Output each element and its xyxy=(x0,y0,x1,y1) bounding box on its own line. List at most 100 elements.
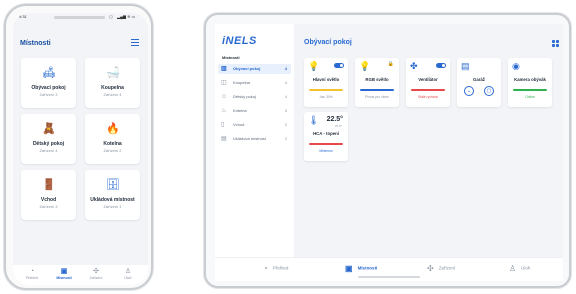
bulb-icon: 💡 xyxy=(359,61,371,71)
fan-icon: ✤ xyxy=(410,61,418,71)
nav-label: Úloh xyxy=(521,265,531,271)
sidebar-item-count: 4 xyxy=(284,66,287,71)
device-card-main-light[interactable]: 💡 Hlavní světlo Jas: 30% xyxy=(304,58,348,107)
target-temperature: 21.0° xyxy=(334,124,342,128)
sidebar-item-kids[interactable]: ☺ Dětský pokoj 4 xyxy=(218,92,291,102)
sidebar-item-living[interactable]: ▥ Obývací pokoj 4 xyxy=(218,64,291,74)
dashboard-icon: ◔ xyxy=(263,264,268,273)
status-bar xyxy=(411,89,445,91)
device-card-heating[interactable]: 🌡 22.5° 21.0° HCA - topení Minimum xyxy=(304,112,348,161)
logo: iNELS xyxy=(222,35,257,47)
grid-view-icon[interactable] xyxy=(552,40,559,47)
sidebar-item-count: 2 xyxy=(284,136,287,141)
page-title: Obývací pokoj xyxy=(304,39,352,46)
sidebar-item-count: 2 xyxy=(284,122,287,127)
storage-icon: ▤ xyxy=(221,136,227,142)
device-name: RGB světlo xyxy=(365,77,389,82)
sidebar-item-label: Ukládová místnost xyxy=(233,136,266,141)
speaker xyxy=(54,16,105,19)
stop-icon[interactable]: ▢ xyxy=(484,86,494,96)
flame-icon: 🔥 xyxy=(106,123,120,135)
device-name: Ventilátor xyxy=(418,77,438,82)
sidebar-item-storage[interactable]: ▤ Ukládová místnost 2 xyxy=(218,134,291,144)
chevron-down-icon[interactable]: ⌄ xyxy=(464,86,474,96)
page-title: Místnosti xyxy=(20,40,51,47)
device-name: Garáž xyxy=(473,77,485,82)
status-time: 9:31 xyxy=(19,14,27,19)
dashboard-icon: ◔ xyxy=(29,268,35,275)
nav-label: Úloh xyxy=(124,276,132,280)
devices-icon: ✣ xyxy=(427,264,434,273)
device-status: Stálé rychlost xyxy=(418,95,438,99)
device-card-rgb-light[interactable]: 💡 🔒 RGB světlo Plnost pro všem xyxy=(355,58,399,107)
nav-user[interactable]: ♙ Úloh xyxy=(509,264,530,273)
garage-icon: ▤ xyxy=(461,61,470,71)
sidebar-item-count: 4 xyxy=(284,94,287,99)
sidebar-item-entrance[interactable]: ▯ Vchod 2 xyxy=(218,120,291,130)
room-card-living[interactable]: 🛋 Obývací pokoj Zařízení 3 xyxy=(21,58,76,108)
device-name: Hlavní světlo xyxy=(312,77,340,82)
nav-label: Přehled xyxy=(25,276,39,280)
device-card-garage[interactable]: ▤ Garáž ⌄ ▢ xyxy=(457,58,501,107)
bath-icon: 🛁 xyxy=(106,67,120,79)
sidebar: iNELS Místnosti ▥ Obývací pokoj 4 ◫ Koupeln… xyxy=(215,24,294,257)
nav-user[interactable]: ♙ Úloh xyxy=(115,267,141,280)
room-card-storage[interactable]: 🗄 Ukládová místnost Zařízení 1 xyxy=(85,170,140,220)
room-sub: Zařízení 3 xyxy=(39,92,58,97)
nav-rooms[interactable]: ▣ Místnosti xyxy=(345,264,377,273)
door-icon: ▯ xyxy=(221,122,225,128)
bottom-nav: ◔ Přehled ▣ Místnosti ✣ Zařízení ♙ Úloh xyxy=(13,265,148,285)
nav-label: Zařízení xyxy=(438,265,456,271)
device-status: Jas: 30% xyxy=(319,95,333,99)
room-sub: Zařízení 4 xyxy=(39,148,58,153)
nav-label: Přehled xyxy=(272,265,289,271)
home-indicator xyxy=(358,276,420,278)
sidebar-item-count: 3 xyxy=(284,108,287,113)
lock-icon: 🔒 xyxy=(387,61,394,67)
status-bar xyxy=(360,89,394,91)
nav-devices[interactable]: ✣ Zařízení xyxy=(83,267,109,280)
device-card-camera[interactable]: ◉ Kamera obývák Online xyxy=(508,58,552,107)
status-bar xyxy=(513,89,547,91)
nav-label: Zařízení xyxy=(89,276,103,280)
camera-icon: ◉ xyxy=(512,61,520,71)
sofa-icon: 🛋 xyxy=(42,67,56,79)
nav-label: Místnosti xyxy=(56,276,72,280)
rooms-icon: ▣ xyxy=(345,264,353,273)
temperature: 22.5° xyxy=(326,116,343,123)
power-toggle[interactable] xyxy=(436,63,446,68)
sidebar-item-bathroom[interactable]: ◫ Koupelna 4 xyxy=(218,78,291,88)
rooms-icon: ▣ xyxy=(60,268,68,275)
room-name: Koupelna xyxy=(101,85,124,91)
device-card-fan[interactable]: ✤ Ventilátor Stálé rychlost xyxy=(406,58,450,107)
device-name: Kamera obývák xyxy=(514,77,546,82)
thermostat-icon: 🌡 xyxy=(308,115,320,125)
camera-dot xyxy=(109,15,113,19)
sofa-icon: ▥ xyxy=(221,66,227,72)
sidebar-item-count: 4 xyxy=(284,80,287,85)
sidebar-item-label: Vchod xyxy=(233,122,245,127)
nav-overview[interactable]: ◔ Přehled xyxy=(263,264,288,273)
flame-icon: ♨ xyxy=(221,108,227,114)
sidebar-item-label: Dětský pokoj xyxy=(233,94,256,99)
teddy-icon: 🧸 xyxy=(42,123,56,135)
sidebar-item-label: Obývací pokoj xyxy=(233,66,261,71)
power-toggle[interactable] xyxy=(334,63,344,68)
room-sub: Zařízení 1 xyxy=(103,204,122,209)
device-status: Plnost pro všem xyxy=(365,95,389,99)
status-bar xyxy=(309,143,343,145)
device-status: Minimum xyxy=(319,149,333,153)
room-name: Kotelna xyxy=(103,141,122,147)
room-card-bathroom[interactable]: 🛁 Koupelna Zařízení 4 xyxy=(85,58,140,108)
room-card-entrance[interactable]: 🚪 Vchod Zařízení 3 xyxy=(21,170,76,220)
tablet-screen: iNELS Místnosti ▥ Obývací pokoj 4 ◫ Koupeln… xyxy=(215,24,563,281)
sidebar-item-boiler[interactable]: ♨ Kotelna 3 xyxy=(218,106,291,116)
menu-icon[interactable] xyxy=(131,39,139,46)
lamp-icon: 💡 xyxy=(308,61,320,71)
room-card-boiler[interactable]: 🔥 Kotelna Zařízení 2 xyxy=(85,114,140,164)
room-card-kids[interactable]: 🧸 Dětský pokoj Zařízení 4 xyxy=(21,114,76,164)
nav-overview[interactable]: ◔ Přehled xyxy=(19,267,45,280)
nav-rooms[interactable]: ▣ Místnosti xyxy=(51,267,77,280)
nav-devices[interactable]: ✣ Zařízení xyxy=(427,264,455,273)
room-name: Ukládová místnost xyxy=(90,197,135,203)
